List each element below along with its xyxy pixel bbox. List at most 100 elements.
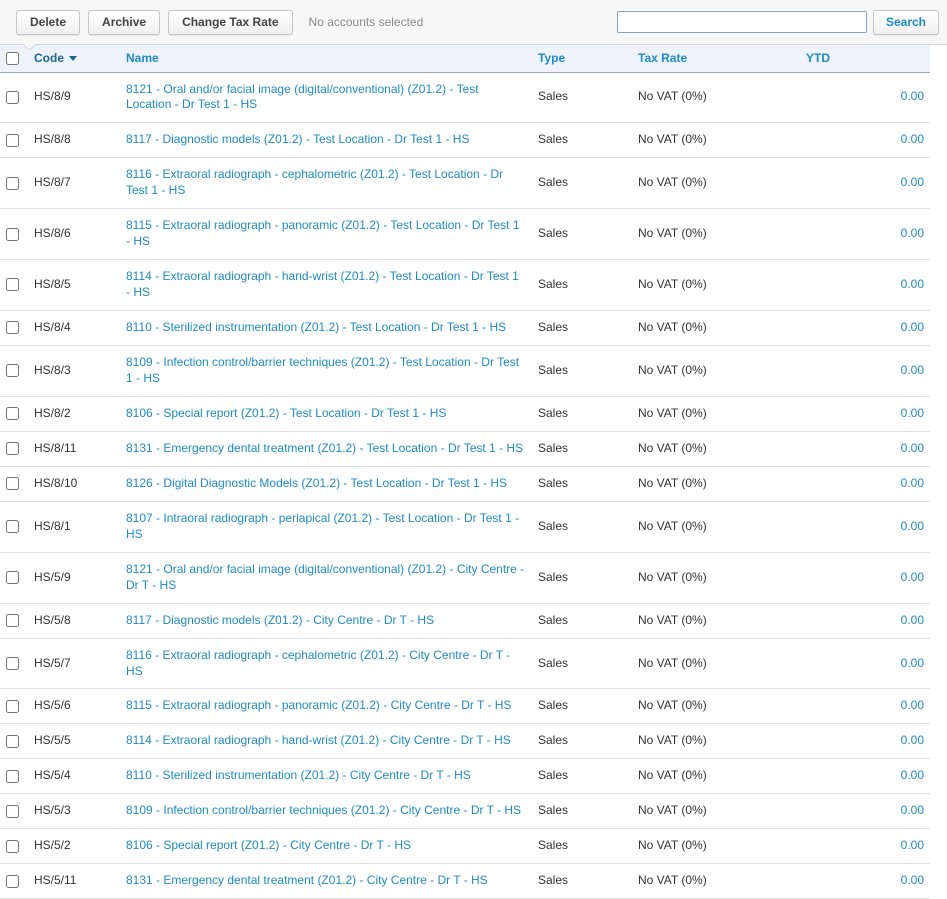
account-name-link[interactable]: 8106 - Special report (Z01.2) - City Cen…: [126, 838, 411, 852]
ytd-amount-link[interactable]: 0.00: [901, 226, 924, 240]
ytd-amount-link[interactable]: 0.00: [901, 406, 924, 420]
cell-type: Sales: [532, 260, 632, 311]
column-header-type[interactable]: Type: [532, 45, 632, 72]
cell-type: Sales: [532, 466, 632, 501]
row-select-cell: [0, 638, 28, 689]
row-select-checkbox[interactable]: [6, 770, 19, 783]
ytd-amount-link[interactable]: 0.00: [901, 519, 924, 533]
cell-ytd: 0.00: [800, 829, 930, 864]
row-select-checkbox[interactable]: [6, 805, 19, 818]
row-select-checkbox[interactable]: [6, 177, 19, 190]
row-select-checkbox[interactable]: [6, 657, 19, 670]
ytd-amount-link[interactable]: 0.00: [901, 570, 924, 584]
row-select-checkbox[interactable]: [6, 571, 19, 584]
archive-button[interactable]: Archive: [88, 10, 160, 35]
row-select-checkbox[interactable]: [6, 477, 19, 490]
ytd-amount-link[interactable]: 0.00: [901, 733, 924, 747]
ytd-amount-link[interactable]: 0.00: [901, 838, 924, 852]
cell-code: HS/8/3: [28, 346, 120, 397]
column-header-tax-rate-label[interactable]: Tax Rate: [638, 51, 687, 65]
account-name-link[interactable]: 8114 - Extraoral radiograph - hand-wrist…: [126, 733, 511, 747]
toolbar-caret-icon: [24, 44, 35, 50]
cell-code: HS/5/6: [28, 689, 120, 724]
row-select-checkbox[interactable]: [6, 442, 19, 455]
row-select-checkbox[interactable]: [6, 840, 19, 853]
ytd-amount-link[interactable]: 0.00: [901, 89, 924, 103]
cell-type: Sales: [532, 724, 632, 759]
column-header-type-label[interactable]: Type: [538, 51, 565, 65]
cell-tax-rate: No VAT (0%): [632, 501, 800, 552]
ytd-amount-link[interactable]: 0.00: [901, 277, 924, 291]
cell-tax-rate: No VAT (0%): [632, 829, 800, 864]
column-header-name-label[interactable]: Name: [126, 51, 159, 65]
account-name-link[interactable]: 8115 - Extraoral radiograph - panoramic …: [126, 218, 520, 248]
select-all-checkbox[interactable]: [6, 52, 19, 65]
column-header-name[interactable]: Name: [120, 45, 532, 72]
account-name-link[interactable]: 8114 - Extraoral radiograph - hand-wrist…: [126, 269, 519, 299]
account-name-link[interactable]: 8121 - Oral and/or facial image (digital…: [126, 562, 524, 592]
column-header-code-label[interactable]: Code: [34, 51, 64, 65]
row-select-checkbox[interactable]: [6, 91, 19, 104]
account-name-link[interactable]: 8110 - Sterilized instrumentation (Z01.2…: [126, 320, 506, 334]
row-select-cell: [0, 123, 28, 158]
ytd-amount-link[interactable]: 0.00: [901, 873, 924, 887]
row-select-checkbox[interactable]: [6, 364, 19, 377]
column-header-tax-rate[interactable]: Tax Rate: [632, 45, 800, 72]
account-name-link[interactable]: 8106 - Special report (Z01.2) - Test Loc…: [126, 406, 446, 420]
row-select-checkbox[interactable]: [6, 134, 19, 147]
account-name-link[interactable]: 8117 - Diagnostic models (Z01.2) - City …: [126, 613, 434, 627]
account-name-link[interactable]: 8109 - Infection control/barrier techniq…: [126, 355, 519, 385]
row-select-checkbox[interactable]: [6, 700, 19, 713]
action-toolbar: Delete Archive Change Tax Rate No accoun…: [0, 0, 947, 45]
row-select-checkbox[interactable]: [6, 321, 19, 334]
cell-name: 8131 - Emergency dental treatment (Z01.2…: [120, 864, 532, 899]
account-name-link[interactable]: 8131 - Emergency dental treatment (Z01.2…: [126, 873, 488, 887]
search-input[interactable]: [617, 11, 867, 33]
account-name-link[interactable]: 8116 - Extraoral radiograph - cephalomet…: [126, 648, 510, 678]
account-name-link[interactable]: 8126 - Digital Diagnostic Models (Z01.2)…: [126, 476, 507, 490]
row-select-checkbox[interactable]: [6, 614, 19, 627]
account-name-link[interactable]: 8109 - Infection control/barrier techniq…: [126, 803, 521, 817]
cell-name: 8115 - Extraoral radiograph - panoramic …: [120, 209, 532, 260]
table-row: HS/5/98121 - Oral and/or facial image (d…: [0, 552, 930, 603]
row-select-checkbox[interactable]: [6, 278, 19, 291]
ytd-amount-link[interactable]: 0.00: [901, 363, 924, 377]
ytd-amount-link[interactable]: 0.00: [901, 656, 924, 670]
ytd-amount-link[interactable]: 0.00: [901, 768, 924, 782]
ytd-amount-link[interactable]: 0.00: [901, 476, 924, 490]
column-header-code[interactable]: Code: [28, 45, 120, 72]
ytd-amount-link[interactable]: 0.00: [901, 320, 924, 334]
table-row: HS/8/78116 - Extraoral radiograph - ceph…: [0, 158, 930, 209]
cell-tax-rate: No VAT (0%): [632, 466, 800, 501]
account-name-link[interactable]: 8131 - Emergency dental treatment (Z01.2…: [126, 441, 523, 455]
table-row: HS/8/88117 - Diagnostic models (Z01.2) -…: [0, 123, 930, 158]
cell-name: 8110 - Sterilized instrumentation (Z01.2…: [120, 311, 532, 346]
cell-ytd: 0.00: [800, 396, 930, 431]
ytd-amount-link[interactable]: 0.00: [901, 441, 924, 455]
ytd-amount-link[interactable]: 0.00: [901, 698, 924, 712]
row-select-checkbox[interactable]: [6, 735, 19, 748]
row-select-checkbox[interactable]: [6, 407, 19, 420]
row-select-cell: [0, 759, 28, 794]
account-name-link[interactable]: 8110 - Sterilized instrumentation (Z01.2…: [126, 768, 471, 782]
account-name-link[interactable]: 8116 - Extraoral radiograph - cephalomet…: [126, 167, 503, 197]
ytd-amount-link[interactable]: 0.00: [901, 803, 924, 817]
search-button[interactable]: Search: [873, 10, 939, 35]
cell-code: HS/8/9: [28, 72, 120, 123]
change-tax-rate-button[interactable]: Change Tax Rate: [168, 10, 292, 35]
ytd-amount-link[interactable]: 0.00: [901, 175, 924, 189]
cell-code: HS/5/4: [28, 759, 120, 794]
account-name-link[interactable]: 8121 - Oral and/or facial image (digital…: [126, 82, 479, 112]
account-name-link[interactable]: 8107 - Intraoral radiograph - periapical…: [126, 511, 519, 541]
ytd-amount-link[interactable]: 0.00: [901, 613, 924, 627]
row-select-checkbox[interactable]: [6, 520, 19, 533]
account-name-link[interactable]: 8117 - Diagnostic models (Z01.2) - Test …: [126, 132, 469, 146]
ytd-amount-link[interactable]: 0.00: [901, 132, 924, 146]
cell-type: Sales: [532, 158, 632, 209]
delete-button[interactable]: Delete: [16, 10, 80, 35]
account-name-link[interactable]: 8115 - Extraoral radiograph - panoramic …: [126, 698, 511, 712]
row-select-checkbox[interactable]: [6, 875, 19, 888]
cell-tax-rate: No VAT (0%): [632, 346, 800, 397]
cell-type: Sales: [532, 209, 632, 260]
row-select-checkbox[interactable]: [6, 228, 19, 241]
